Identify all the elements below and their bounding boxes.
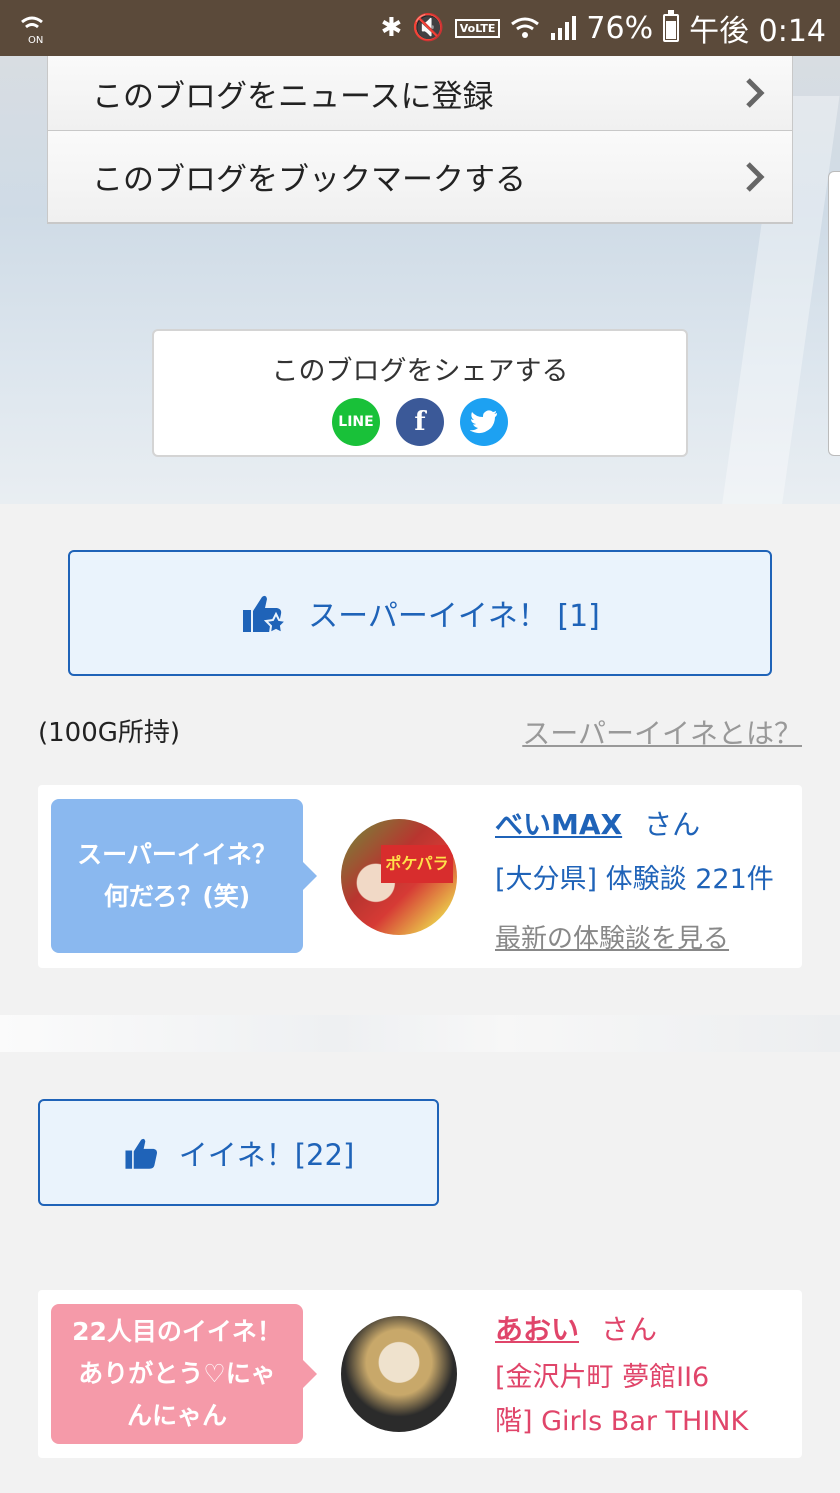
bubble-line: んにゃん: [126, 1401, 227, 1430]
user-stats: [大分県] 体験談 221件: [495, 864, 774, 895]
avatar-sign: ポケパラ: [381, 845, 453, 883]
share-box: このブログをシェアする LINE f: [152, 329, 688, 457]
user-name-link[interactable]: あおい: [495, 1308, 579, 1348]
like-button[interactable]: イイネ！[22]: [38, 1099, 439, 1206]
super-like-button[interactable]: スーパーイイネ！ [1]: [68, 550, 772, 676]
battery-icon: [663, 10, 680, 42]
bluetooth-icon: ✱: [380, 13, 403, 43]
speech-bubble: スーパーイイネ？ 何だろ？(笑): [51, 799, 317, 953]
volte-icon: VoLTE: [454, 18, 501, 38]
facebook-share-icon[interactable]: f: [396, 398, 444, 446]
signal-icon: [551, 16, 577, 40]
svg-text:ON: ON: [28, 35, 43, 46]
speech-bubble: 22人目のイイネ！ ありがとう♡にゃ んにゃん: [51, 1304, 317, 1444]
points-owned: (100G所持): [38, 718, 181, 748]
wifi-icon: [511, 17, 540, 38]
status-bar: ON ✱ 🔇 VoLTE 76% 午後 0:14: [0, 0, 840, 56]
side-panel-handle[interactable]: [828, 171, 840, 456]
menu-item-news-register[interactable]: このブログをニュースに登録: [48, 56, 792, 131]
share-icons: LINE f: [154, 398, 686, 446]
twitter-bird-icon: [470, 410, 497, 433]
line-share-icon[interactable]: LINE: [332, 398, 380, 446]
battery-percent: 76%: [586, 10, 654, 46]
honorific: さん: [644, 808, 701, 841]
bubble-line: ありがとう♡にゃ: [78, 1359, 276, 1388]
shop-line-2: 階] Girls Bar THINK: [495, 1406, 749, 1437]
wifi-calling-icon: ON: [21, 16, 43, 46]
bubble-line: スーパーイイネ？: [77, 840, 277, 869]
mute-icon: 🔇: [412, 13, 445, 43]
user-info: べいMAX さん [大分県] 体験談 221件 最新の体験談を見る: [495, 803, 774, 955]
chevron-right-icon: [746, 161, 765, 192]
super-like-label: スーパーイイネ！ [1]: [308, 599, 600, 634]
section-divider: [0, 1015, 840, 1052]
honorific: さん: [601, 1313, 658, 1346]
avatar[interactable]: [341, 1316, 457, 1432]
user-info: あおい さん [金沢片町 夢館II6 階] Girls Bar THINK: [495, 1308, 748, 1444]
menu-item-bookmark[interactable]: このブログをブックマークする: [48, 131, 792, 223]
super-like-card: スーパーイイネ？ 何だろ？(笑) ポケパラ べいMAX さん [大分県] 体験談 …: [38, 785, 802, 968]
thumbs-up-icon: [125, 1138, 157, 1169]
latest-reviews-link[interactable]: 最新の体験談を見る: [495, 918, 774, 955]
bubble-line: 22人目のイイネ！: [72, 1317, 282, 1346]
clock: 午後 0:14: [689, 14, 826, 49]
twitter-share-icon[interactable]: [460, 398, 508, 446]
menu-item-label: このブログをニュースに登録: [92, 78, 494, 115]
chevron-right-icon: [746, 78, 765, 108]
share-title: このブログをシェアする: [271, 356, 569, 387]
shop-line-1: [金沢片町 夢館II6: [495, 1362, 710, 1393]
user-name-link[interactable]: べいMAX: [495, 803, 622, 843]
menu-item-label: このブログをブックマークする: [92, 162, 526, 198]
like-label: イイネ！[22]: [178, 1137, 355, 1172]
what-is-super-like-link[interactable]: スーパーイイネとは？: [522, 712, 802, 752]
avatar[interactable]: ポケパラ: [341, 819, 457, 935]
bubble-line: 何だろ？(笑): [103, 882, 251, 911]
blog-menu: このブログをニュースに登録 このブログをブックマークする: [47, 56, 793, 224]
like-card: 22人目のイイネ！ ありがとう♡にゃ んにゃん あおい さん [金沢片町 夢館II…: [38, 1290, 802, 1458]
thumbs-up-star-icon: [243, 595, 287, 635]
